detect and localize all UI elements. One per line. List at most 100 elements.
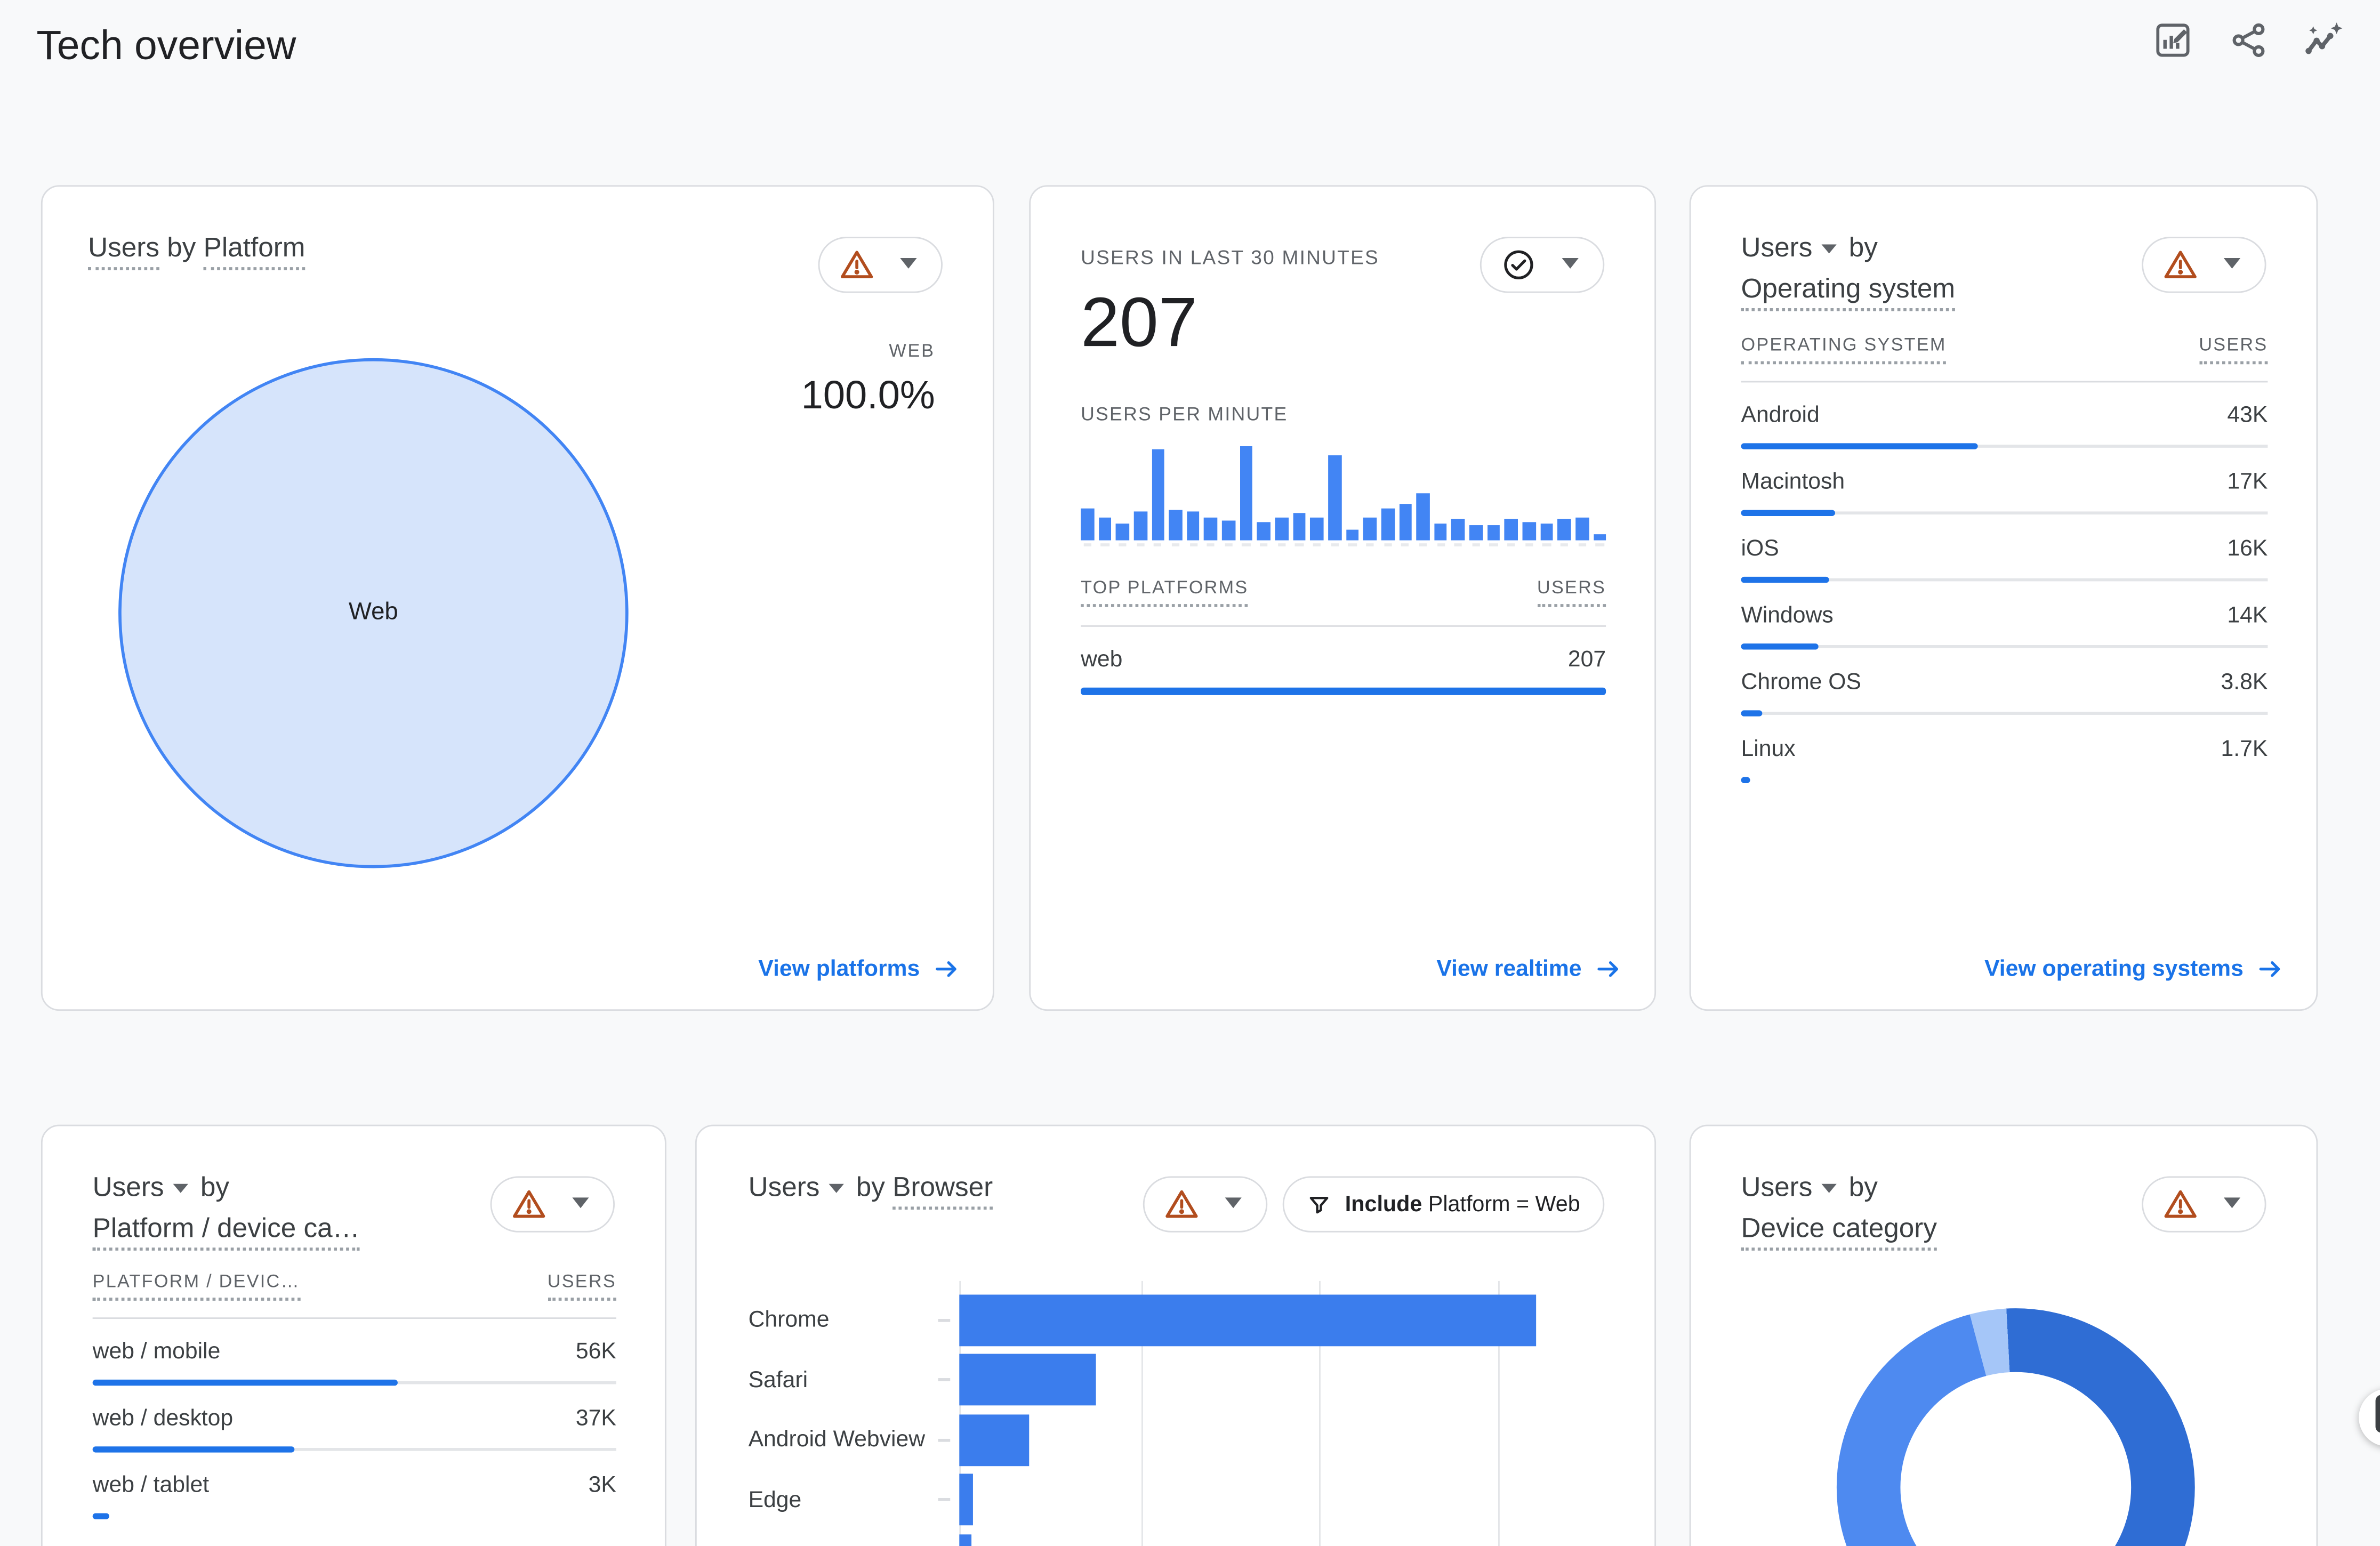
users-per-minute-chart[interactable] xyxy=(1081,446,1606,541)
minute-bar[interactable] xyxy=(1310,446,1324,541)
page-title: Tech overview xyxy=(36,23,296,70)
column-platform-device[interactable]: PLATFORM / DEVIC… xyxy=(93,1270,300,1301)
minute-bar[interactable] xyxy=(1558,446,1571,541)
view-realtime-link[interactable]: View realtime xyxy=(1436,956,1621,982)
row-value: 14K xyxy=(2227,602,2268,628)
view-operating-systems-link[interactable]: View operating systems xyxy=(1984,956,2283,982)
dimension-selector[interactable]: Platform / device ca… xyxy=(93,1213,360,1251)
browser-bar[interactable] xyxy=(959,1414,1028,1466)
minute-bar[interactable] xyxy=(1081,446,1094,541)
table-row[interactable]: iOS16K xyxy=(1741,536,2268,583)
column-os[interactable]: OPERATING SYSTEM xyxy=(1741,334,1947,364)
column-users[interactable]: USERS xyxy=(2199,334,2268,364)
minute-bar[interactable] xyxy=(1575,446,1589,541)
metric-label: WEB xyxy=(801,340,935,361)
table-row[interactable]: web / desktop37K xyxy=(93,1405,616,1452)
customize-report-icon[interactable] xyxy=(2152,20,2193,61)
filter-chip[interactable]: Include Platform = Web xyxy=(1283,1176,1604,1232)
table-row[interactable]: web207 xyxy=(1081,647,1606,694)
minute-bar[interactable] xyxy=(1417,446,1430,541)
minute-bar[interactable] xyxy=(1169,446,1183,541)
minute-bar[interactable] xyxy=(1523,446,1536,541)
chevron-down-icon xyxy=(1225,1197,1242,1208)
bar-category-label: Android Webview xyxy=(749,1410,943,1470)
browser-plot-area xyxy=(959,1290,1607,1546)
axis-tick xyxy=(938,1499,950,1502)
view-platforms-link[interactable]: View platforms xyxy=(758,956,959,982)
axis-tick xyxy=(938,1318,950,1322)
table-row[interactable]: web / mobile56K xyxy=(93,1339,616,1386)
platform-pie-chart[interactable]: Web xyxy=(118,358,629,868)
minute-bar[interactable] xyxy=(1363,446,1377,541)
row-value: 43K xyxy=(2227,402,2268,428)
insights-icon[interactable] xyxy=(2304,20,2345,61)
minute-bar[interactable] xyxy=(1240,446,1253,541)
kpi-value: 207 xyxy=(1081,281,1606,363)
minute-bar[interactable] xyxy=(1434,446,1448,541)
column-top-platforms[interactable]: TOP PLATFORMS xyxy=(1081,577,1248,607)
row-bar-fill xyxy=(1741,710,1763,716)
row-label: Android xyxy=(1741,402,1820,428)
minute-bar[interactable] xyxy=(1328,446,1341,541)
minute-bar[interactable] xyxy=(1293,446,1306,541)
minute-bar[interactable] xyxy=(1469,446,1483,541)
table-row[interactable]: Windows14K xyxy=(1741,602,2268,649)
browser-bar-chart[interactable]: ChromeSafariAndroid WebviewEdge xyxy=(749,1290,1607,1546)
minute-bar[interactable] xyxy=(1505,446,1518,541)
column-users[interactable]: USERS xyxy=(1537,577,1606,607)
row-bar-fill xyxy=(1741,777,1751,783)
minute-bar[interactable] xyxy=(1346,446,1359,541)
dimension-selector[interactable]: Device category xyxy=(1741,1213,1937,1251)
dimension-selector[interactable]: Platform xyxy=(204,232,305,270)
metric-selector[interactable]: Users xyxy=(1741,1172,1813,1202)
minute-bar[interactable] xyxy=(1098,446,1112,541)
minute-bar[interactable] xyxy=(1487,446,1500,541)
minute-bar[interactable] xyxy=(1116,446,1129,541)
row-bar-track xyxy=(1081,688,1606,694)
minute-bar[interactable] xyxy=(1133,446,1147,541)
minute-bar[interactable] xyxy=(1399,446,1412,541)
metric-selector[interactable]: Users xyxy=(749,1172,820,1202)
metric-selector[interactable]: Users xyxy=(1741,232,1813,263)
minute-bar[interactable] xyxy=(1257,446,1271,541)
browser-bar[interactable] xyxy=(959,1534,971,1546)
top-platforms-rows: web207 xyxy=(1081,647,1606,694)
table-row[interactable]: Chrome OS3.8K xyxy=(1741,670,2268,716)
card-title: Users by Device category xyxy=(1741,1167,2268,1249)
table-row[interactable]: Android 43K xyxy=(1741,402,2268,449)
metric-selector[interactable]: Users xyxy=(93,1172,164,1202)
browser-bar[interactable] xyxy=(959,1354,1095,1406)
insights-fab[interactable] xyxy=(2359,1389,2380,1446)
row-bar-track xyxy=(93,1446,616,1452)
column-users[interactable]: USERS xyxy=(548,1270,616,1301)
platform-device-rows: web / mobile56K web / desktop37K web / tab… xyxy=(93,1339,616,1519)
data-quality-dropdown[interactable] xyxy=(1143,1176,1267,1232)
device-category-donut-chart[interactable] xyxy=(1837,1308,2195,1546)
minute-bar[interactable] xyxy=(1381,446,1394,541)
minute-bar[interactable] xyxy=(1152,446,1165,541)
minute-bar[interactable] xyxy=(1222,446,1235,541)
browser-bar[interactable] xyxy=(959,1294,1536,1346)
dimension-selector[interactable]: Operating system xyxy=(1741,273,1956,311)
row-bar-track xyxy=(1741,710,2268,716)
tech-overview-page: Tech overview Users by Platform WEB 100.… xyxy=(0,0,2380,1546)
minute-bar[interactable] xyxy=(1204,446,1218,541)
chevron-down-icon xyxy=(1821,1184,1836,1193)
minute-bar[interactable] xyxy=(1187,446,1200,541)
minute-bar[interactable] xyxy=(1540,446,1554,541)
card-users-by-os: Users by Operating system OPERATING SYST… xyxy=(1690,185,2318,1011)
minute-bar[interactable] xyxy=(1452,446,1465,541)
warning-icon xyxy=(1164,1187,1199,1221)
arrow-right-icon xyxy=(2257,956,2282,982)
browser-bar[interactable] xyxy=(959,1474,972,1526)
share-icon[interactable] xyxy=(2228,20,2269,61)
table-row[interactable]: Macintosh17K xyxy=(1741,469,2268,516)
row-value: 56K xyxy=(576,1339,616,1364)
minute-bar[interactable] xyxy=(1275,446,1289,541)
data-quality-dropdown[interactable] xyxy=(818,237,943,293)
table-row[interactable]: Linux1.7K xyxy=(1741,736,2268,783)
metric-selector[interactable]: Users xyxy=(88,232,159,270)
dimension-selector[interactable]: Browser xyxy=(892,1172,993,1210)
minute-bar[interactable] xyxy=(1593,446,1606,541)
table-row[interactable]: web / tablet3K xyxy=(93,1472,616,1519)
